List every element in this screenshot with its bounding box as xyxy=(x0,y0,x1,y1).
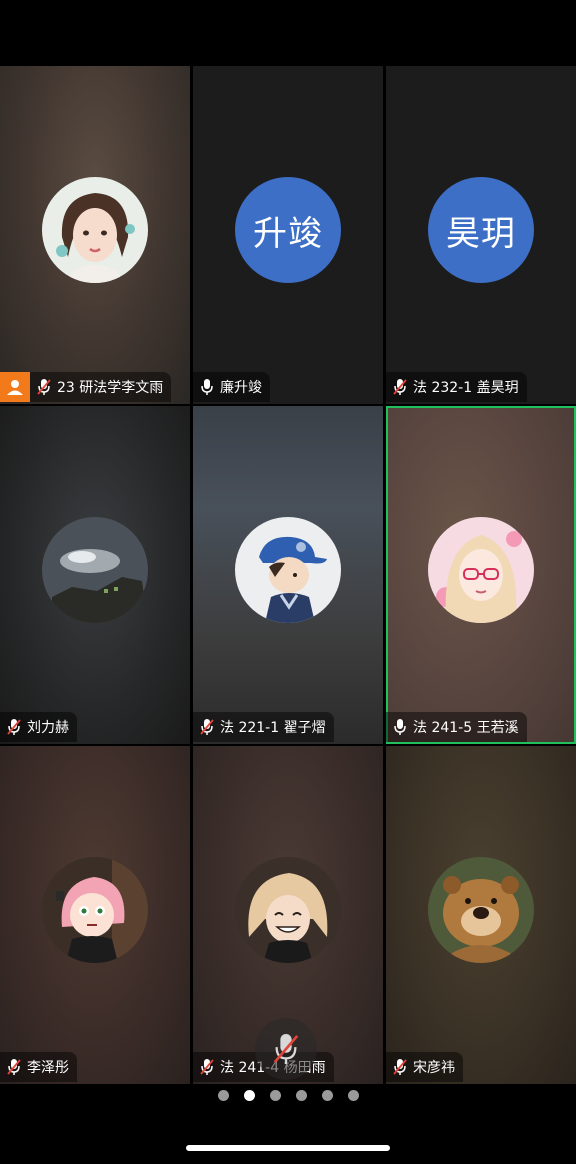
avatar xyxy=(42,517,148,623)
page-dot[interactable] xyxy=(217,1090,229,1101)
participant-tile[interactable]: 法 221-1 翟子熠 xyxy=(193,406,383,744)
avatar xyxy=(235,517,341,623)
participant-name: 刘力赫 xyxy=(27,720,69,736)
page-indicator[interactable] xyxy=(0,1090,576,1101)
mute-toggle-button[interactable] xyxy=(255,1018,317,1080)
avatar xyxy=(235,857,341,963)
person-icon xyxy=(7,380,23,395)
participant-name: 法 221-1 翟子熠 xyxy=(220,720,326,736)
initials-avatar: 昊玥 xyxy=(428,177,534,283)
participant-tile[interactable]: 李泽彤 xyxy=(0,746,190,1084)
page-dot-current[interactable] xyxy=(243,1090,255,1101)
page-dot[interactable] xyxy=(347,1090,359,1101)
initials-avatar: 升竣 xyxy=(235,177,341,283)
mic-off-icon xyxy=(273,1034,299,1064)
participant-tile[interactable]: 昊玥 法 232-1 盖昊玥 xyxy=(386,66,576,404)
avatar xyxy=(428,517,534,623)
page-dot[interactable] xyxy=(321,1090,333,1101)
mic-muted-icon xyxy=(393,379,407,395)
mic-muted-icon xyxy=(7,719,21,735)
participant-name-bar: 刘力赫 xyxy=(0,712,77,742)
participant-name-bar: 宋彦祎 xyxy=(386,1052,463,1082)
mic-muted-icon xyxy=(7,1059,21,1075)
participant-name: 法 241-5 王若溪 xyxy=(413,720,519,736)
participant-name-bar: 法 221-1 翟子熠 xyxy=(193,712,334,742)
avatar xyxy=(42,857,148,963)
mic-icon xyxy=(394,719,406,735)
participant-tile[interactable]: 升竣 廉升竣 xyxy=(193,66,383,404)
mic-muted-icon xyxy=(200,719,214,735)
participant-name: 23 研法学李文雨 xyxy=(57,380,164,396)
participant-tile[interactable]: 刘力赫 xyxy=(0,406,190,744)
participant-name: 李泽彤 xyxy=(27,1060,69,1076)
mic-icon xyxy=(201,379,213,395)
avatar xyxy=(42,177,148,283)
participant-name: 法 232-1 盖昊玥 xyxy=(413,380,519,396)
participant-name-bar: 法 232-1 盖昊玥 xyxy=(386,372,527,402)
mic-muted-icon xyxy=(200,1059,214,1075)
participant-name-bar: 23 研法学李文雨 xyxy=(30,372,172,402)
participant-name-bar: 廉升竣 xyxy=(193,372,270,402)
participant-tile[interactable]: 宋彦祎 xyxy=(386,746,576,1084)
participant-grid: 23 研法学李文雨 升竣 廉升竣 昊玥 法 232-1 盖昊玥 刘力赫 法 22… xyxy=(0,66,576,1084)
participant-tile-active-speaker[interactable]: 法 241-5 王若溪 xyxy=(386,406,576,744)
mic-muted-icon xyxy=(393,1059,407,1075)
avatar xyxy=(428,857,534,963)
mic-muted-icon xyxy=(37,379,51,395)
page-dot[interactable] xyxy=(269,1090,281,1101)
page-dot[interactable] xyxy=(295,1090,307,1101)
participant-name: 宋彦祎 xyxy=(413,1060,455,1076)
participant-name: 廉升竣 xyxy=(220,380,262,396)
participant-tile[interactable]: 23 研法学李文雨 xyxy=(0,66,190,404)
host-badge xyxy=(0,372,30,402)
home-indicator[interactable] xyxy=(186,1145,390,1151)
participant-name-bar: 法 241-5 王若溪 xyxy=(386,712,527,742)
participant-name-bar: 李泽彤 xyxy=(0,1052,77,1082)
